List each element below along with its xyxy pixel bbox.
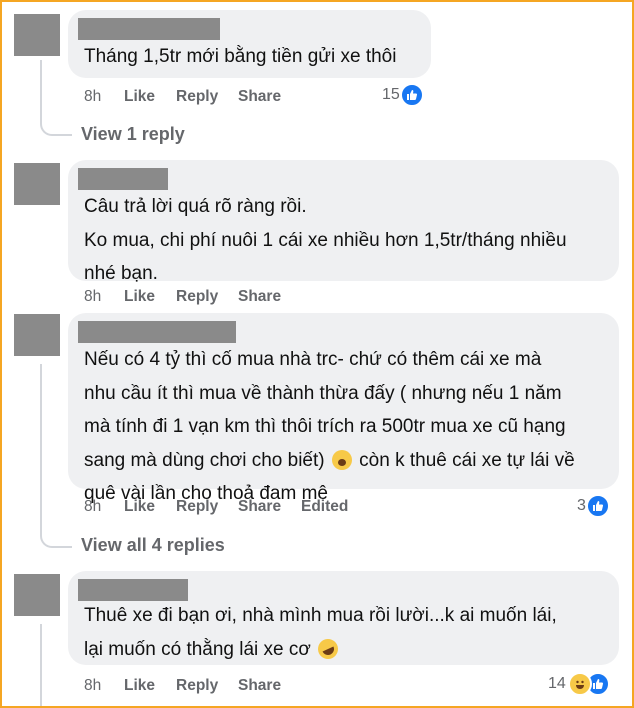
view-replies-link[interactable]: View 1 reply (81, 124, 185, 145)
reaction-count: 3 (577, 497, 586, 514)
comment-line: Tháng 1,5tr mới bằng tiền gửi xe thôi (84, 46, 397, 67)
thread-line (40, 364, 42, 534)
reaction-summary[interactable]: 15 (382, 83, 424, 107)
avatar[interactable] (14, 14, 60, 56)
view-replies-link[interactable]: View all 4 replies (81, 535, 225, 556)
timestamp[interactable]: 8h (84, 677, 101, 695)
avatar[interactable] (14, 314, 60, 356)
commenter-name-redacted[interactable] (78, 579, 188, 601)
comment-bubble: Tháng 1,5tr mới bằng tiền gửi xe thôi (68, 10, 431, 78)
comment-line: Nếu có 4 tỷ thì cố mua nhà trc- chứ có t… (84, 349, 542, 370)
like-button[interactable]: Like (124, 288, 155, 306)
avatar[interactable] (14, 163, 60, 205)
comment-text: Câu trả lời quá rõ ràng rồi. Ko mua, chi… (84, 190, 567, 291)
commenter-name-redacted[interactable] (78, 18, 220, 40)
like-button[interactable]: Like (124, 677, 155, 695)
comment-bubble: Nếu có 4 tỷ thì cố mua nhà trc- chứ có t… (68, 313, 619, 504)
reply-button[interactable]: Reply (176, 498, 218, 516)
comment-line-part: sang mà dùng chơi cho biết) (84, 449, 325, 471)
comment-bubble: Thuê xe đi bạn ơi, nhà mình mua rồi lười… (68, 571, 619, 665)
comment-line: sang mà dùng chơi cho biết) còn k thuê c… (84, 444, 575, 478)
reaction-count: 15 (382, 86, 400, 103)
reply-button[interactable]: Reply (176, 288, 218, 306)
rofl-emoji-icon (314, 636, 342, 663)
reaction-summary[interactable]: 14 (548, 672, 610, 696)
comment-bubble: Câu trả lời quá rõ ràng rồi. Ko mua, chi… (68, 160, 619, 284)
comment-line: mà tính đi 1 vạn km thì thôi trích ra 50… (84, 416, 566, 437)
like-reaction-icon (399, 83, 424, 107)
reaction-summary[interactable]: 3 (577, 494, 610, 518)
like-button[interactable]: Like (124, 498, 155, 516)
like-button[interactable]: Like (124, 88, 155, 106)
reaction-count: 14 (548, 675, 566, 692)
thread-connector (40, 120, 72, 136)
comment-line: lại muốn có thằng lái xe cơ (84, 633, 557, 667)
shocked-emoji-icon (331, 450, 352, 471)
share-button[interactable]: Share (238, 288, 281, 306)
comment-text: Tháng 1,5tr mới bằng tiền gửi xe thôi (84, 40, 396, 74)
comment-text: Nếu có 4 tỷ thì cố mua nhà trc- chứ có t… (84, 343, 575, 511)
comment-line: Ko mua, chi phí nuôi 1 cái xe nhiều hơn … (84, 229, 567, 251)
timestamp[interactable]: 8h (84, 288, 101, 306)
comment-line: Thuê xe đi bạn ơi, nhà mình mua rồi lười… (84, 605, 557, 626)
edited-label[interactable]: Edited (301, 498, 348, 516)
share-button[interactable]: Share (238, 498, 281, 516)
avatar[interactable] (14, 574, 60, 616)
comment-line: nhé bạn. (84, 263, 158, 284)
comment-text: Thuê xe đi bạn ơi, nhà mình mua rồi lười… (84, 599, 557, 666)
comment-line: Câu trả lời quá rõ ràng rồi. (84, 196, 307, 217)
thread-line (40, 60, 42, 122)
commenter-name-redacted[interactable] (78, 168, 168, 190)
like-reaction-icon (585, 494, 610, 518)
haha-reaction-icon (567, 672, 592, 696)
timestamp[interactable]: 8h (84, 498, 101, 516)
reply-button[interactable]: Reply (176, 677, 218, 695)
comment-line: nhu cầu ít thì mua về thành thừa đấy ( n… (84, 382, 562, 404)
share-button[interactable]: Share (238, 88, 281, 106)
thread-line (40, 624, 42, 708)
comment-line-part: còn k thuê cái xe tự lái về (359, 449, 575, 471)
share-button[interactable]: Share (238, 677, 281, 695)
reply-button[interactable]: Reply (176, 88, 218, 106)
comment-line-part: lại muốn có thằng lái xe cơ (84, 638, 311, 660)
timestamp[interactable]: 8h (84, 88, 101, 106)
commenter-name-redacted[interactable] (78, 321, 236, 343)
thread-connector (40, 532, 72, 548)
